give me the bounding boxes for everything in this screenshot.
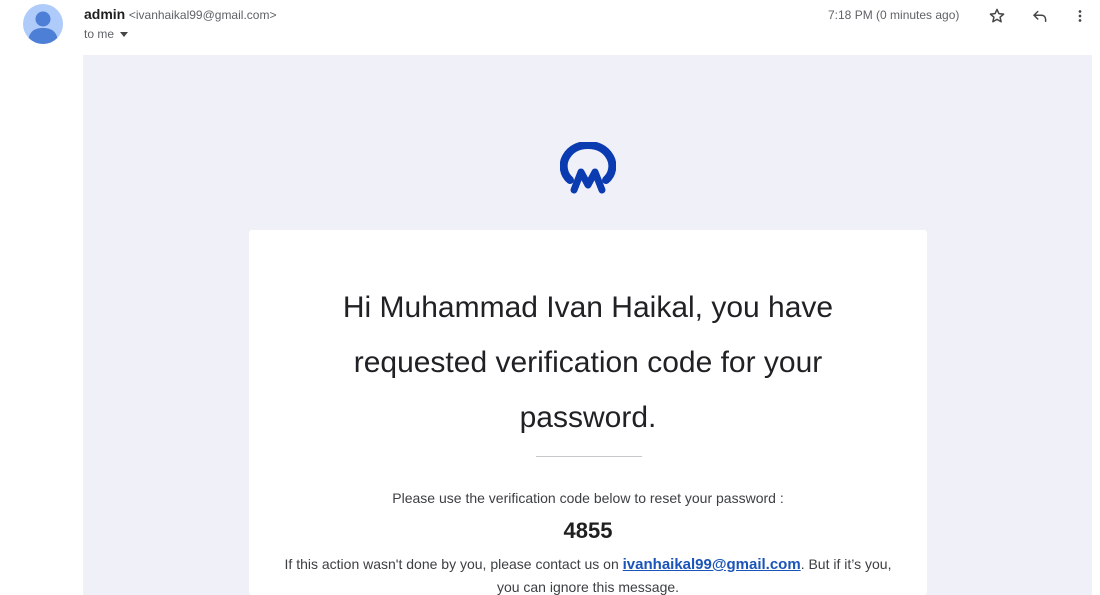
message-card: Hi Muhammad Ivan Haikal, you have reques…: [249, 230, 927, 595]
notice-text-before: If this action wasn't done by you, pleas…: [284, 556, 623, 572]
more-vert-icon: [1078, 10, 1082, 22]
instruction-text: Please use the verification code below t…: [392, 490, 784, 506]
sender-name[interactable]: admin: [84, 6, 125, 22]
star-outline-icon: [989, 8, 1005, 23]
reply-arrow-icon: [1033, 10, 1047, 22]
person-avatar-icon: [28, 11, 58, 44]
star-button[interactable]: [985, 4, 1009, 28]
verification-code: 4855: [563, 518, 613, 543]
recipient-details-toggle[interactable]: to me: [84, 27, 129, 41]
caret-down-icon: [120, 31, 129, 37]
email-view: admin <ivanhaikal99@gmail.com> to me 7:1…: [0, 0, 1100, 595]
brand-logo-icon: [559, 140, 617, 194]
notice-text: If this action wasn't done by you, pleas…: [279, 553, 897, 595]
sender-email: <ivanhaikal99@gmail.com>: [128, 8, 277, 22]
sender-line: admin <ivanhaikal99@gmail.com>: [84, 6, 276, 22]
more-options-button[interactable]: [1068, 4, 1092, 28]
reply-button[interactable]: [1028, 4, 1052, 28]
sender-avatar[interactable]: [23, 4, 63, 44]
email-heading: Hi Muhammad Ivan Haikal, you have reques…: [342, 291, 834, 434]
contact-email-link[interactable]: ivanhaikal99@gmail.com: [623, 556, 801, 573]
divider: [536, 456, 642, 457]
email-timestamp: 7:18 PM (0 minutes ago): [828, 8, 960, 22]
brand-logo: [559, 140, 617, 200]
recipient-label: to me: [84, 27, 115, 41]
